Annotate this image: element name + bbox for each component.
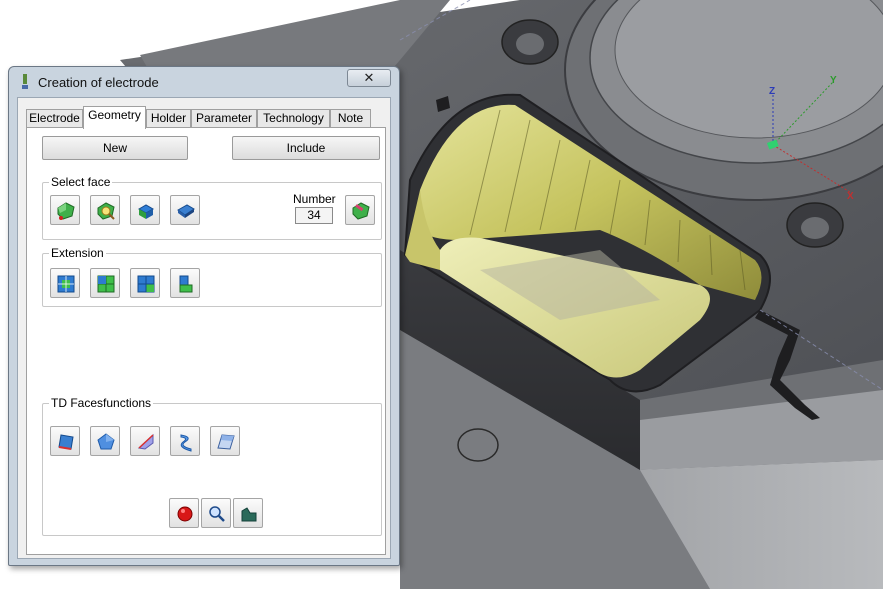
axis-y-label: Y bbox=[830, 75, 837, 86]
select-face-block-button[interactable] bbox=[170, 195, 200, 225]
axis-z-label: Z bbox=[769, 86, 775, 97]
face-parallelogram-button[interactable] bbox=[50, 426, 80, 456]
face-twist-icon bbox=[180, 434, 192, 452]
select-face-zoom-button[interactable] bbox=[90, 195, 120, 225]
window-title: Creation of electrode bbox=[38, 75, 159, 90]
extend-step-icon bbox=[179, 275, 193, 293]
td-facesfunctions-label: TD Facesfunctions bbox=[49, 396, 154, 410]
select-face-blue-button[interactable] bbox=[130, 195, 160, 225]
close-button[interactable]: ✕ bbox=[347, 69, 391, 87]
select-face-button[interactable] bbox=[50, 195, 80, 225]
tab-electrode[interactable]: Electrode bbox=[26, 109, 83, 128]
extension-group: Extension bbox=[42, 246, 382, 307]
extension-label: Extension bbox=[49, 246, 106, 260]
creation-of-electrode-dialog: Creation of electrode ✕ Electrode Geomet… bbox=[8, 66, 400, 566]
select-face-blue-icon bbox=[137, 204, 155, 219]
record-icon bbox=[177, 506, 193, 522]
face-flat-icon bbox=[217, 434, 235, 450]
select-face-icon bbox=[57, 202, 75, 220]
tab-geometry[interactable]: Geometry bbox=[83, 106, 146, 129]
extend-grid-icon bbox=[57, 275, 75, 293]
tab-parameter[interactable]: Parameter bbox=[191, 109, 257, 128]
extend-corner-icon bbox=[137, 275, 155, 293]
select-face-remove-icon bbox=[352, 202, 370, 220]
face-fan-icon bbox=[137, 433, 154, 450]
select-face-label: Select face bbox=[49, 175, 113, 189]
number-label: Number bbox=[293, 192, 336, 206]
dialog-client: Electrode Geometry Holder Parameter Tech… bbox=[17, 97, 391, 559]
app-icon bbox=[22, 74, 28, 89]
title-bar[interactable]: Creation of electrode ✕ bbox=[9, 67, 399, 97]
record-button[interactable] bbox=[169, 498, 199, 528]
number-value: 34 bbox=[295, 207, 333, 224]
extend-green-grid-icon bbox=[97, 275, 115, 293]
shape-button[interactable] bbox=[233, 498, 263, 528]
geometry-panel: New Include Select face Number 34 Extens… bbox=[26, 127, 386, 555]
face-twist-button[interactable] bbox=[170, 426, 200, 456]
face-fan-button[interactable] bbox=[130, 426, 160, 456]
zoom-button[interactable] bbox=[201, 498, 231, 528]
select-face-group: Select face Number 34 bbox=[42, 175, 382, 240]
shape-icon bbox=[241, 507, 257, 522]
tab-technology[interactable]: Technology bbox=[257, 109, 330, 128]
extend-grid-button[interactable] bbox=[50, 268, 80, 298]
tab-strip: Electrode Geometry Holder Parameter Tech… bbox=[26, 106, 386, 129]
select-face-remove-button[interactable] bbox=[345, 195, 375, 225]
select-face-block-icon bbox=[177, 204, 195, 218]
face-pentagon-button[interactable] bbox=[90, 426, 120, 456]
new-button[interactable]: New bbox=[42, 136, 188, 160]
select-face-zoom-icon bbox=[97, 202, 115, 220]
face-flat-button[interactable] bbox=[210, 426, 240, 456]
extend-step-button[interactable] bbox=[170, 268, 200, 298]
td-facesfunctions-group: TD Facesfunctions bbox=[42, 396, 382, 536]
face-pentagon-icon bbox=[97, 433, 115, 450]
axis-x-label: X bbox=[847, 191, 854, 202]
face-parallelogram-icon bbox=[58, 434, 74, 450]
include-button[interactable]: Include bbox=[232, 136, 380, 160]
extend-corner-button[interactable] bbox=[130, 268, 160, 298]
extend-green-grid-button[interactable] bbox=[90, 268, 120, 298]
zoom-icon bbox=[209, 506, 225, 522]
tab-note[interactable]: Note bbox=[330, 109, 371, 128]
tab-holder[interactable]: Holder bbox=[146, 109, 191, 128]
